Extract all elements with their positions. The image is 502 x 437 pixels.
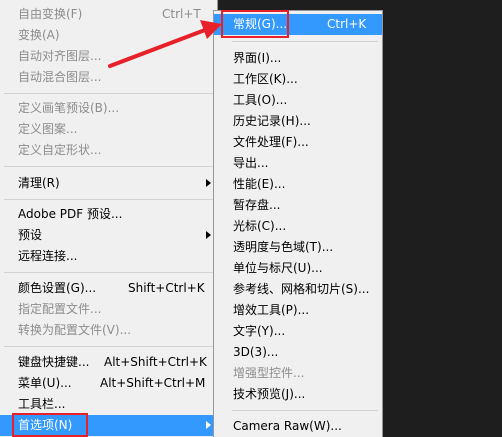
callout-arrow-icon (108, 20, 222, 68)
